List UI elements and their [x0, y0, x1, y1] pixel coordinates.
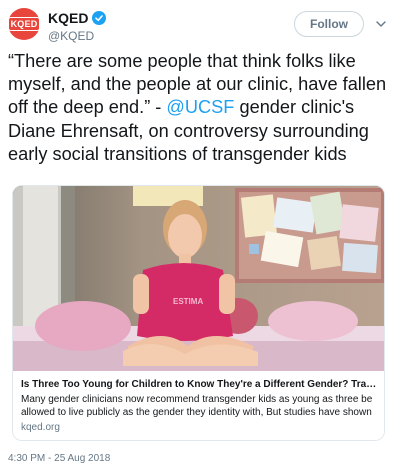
tweet-header: KQED KQED @KQED Follow	[7, 5, 392, 45]
follow-button[interactable]: Follow	[294, 11, 364, 37]
tweet-timestamp[interactable]: 4:30 PM - 25 Aug 2018	[8, 453, 110, 464]
avatar-logo-text: KQED	[7, 17, 41, 31]
card-title[interactable]: Is Three Too Young for Children to Know …	[21, 378, 378, 391]
mention-link[interactable]: @UCSF	[166, 97, 234, 117]
verified-badge-icon	[92, 11, 107, 25]
card-image[interactable]: ESTIMA	[13, 186, 384, 371]
card-description: Many gender clinicians now recommend tra…	[21, 394, 373, 418]
chevron-down-icon[interactable]	[374, 17, 388, 31]
card-body[interactable]: Is Three Too Young for Children to Know …	[13, 371, 384, 440]
avatar[interactable]: KQED	[7, 8, 41, 40]
tweet-text: “There are some people that think folks …	[8, 50, 392, 166]
account-name[interactable]: KQED	[48, 10, 88, 26]
shirt-print-text: ESTIMA	[173, 297, 203, 306]
card-photo-illustration: ESTIMA	[13, 186, 384, 371]
account-handle[interactable]: @KQED	[48, 29, 94, 43]
link-card[interactable]: ESTIMA Is Three Too Young for Children t…	[12, 185, 385, 441]
account-name-row: KQED	[48, 10, 107, 26]
card-domain[interactable]: kqed.org	[21, 422, 378, 434]
